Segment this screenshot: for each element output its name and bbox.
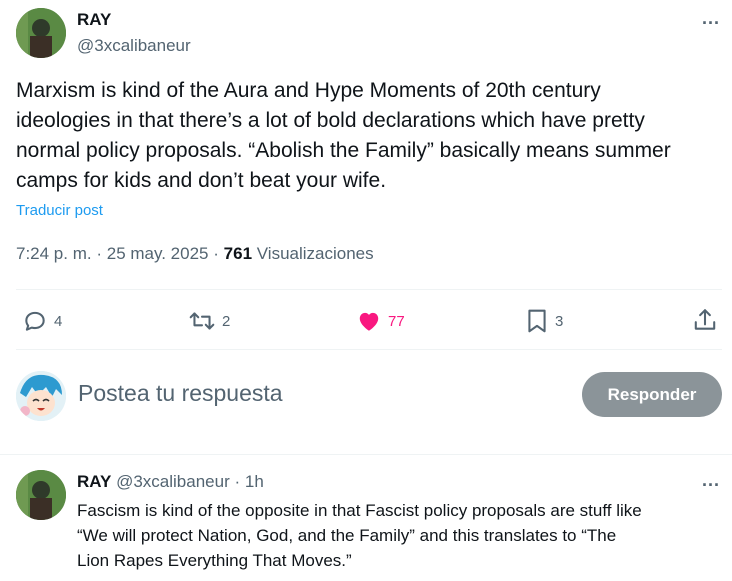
tweet-text-line: camps for kids and don’t beat your wife.: [16, 169, 387, 192]
more-options-icon[interactable]: ...: [702, 8, 720, 29]
reply-text-line: “We will protect Nation, God, and the Fa…: [77, 526, 617, 545]
author-name[interactable]: RAY: [77, 10, 111, 30]
separator: ·: [96, 244, 103, 263]
views-label: Visualizaciones: [256, 244, 374, 263]
separator: ·: [213, 244, 219, 263]
tweet-date[interactable]: 25 may. 2025: [107, 244, 209, 263]
reply-text-line: Fascism is kind of the opposite in that …: [77, 501, 642, 520]
reply-text-line: Lion Rapes Everything That Moves.”: [77, 551, 352, 570]
reply-count: 4: [54, 312, 63, 330]
translate-post-link[interactable]: Traducir post: [16, 202, 103, 219]
user-avatar[interactable]: [16, 371, 66, 421]
reply-action[interactable]: 4: [22, 308, 62, 334]
reply-author-avatar[interactable]: [16, 470, 66, 520]
bookmark-action[interactable]: 3: [525, 308, 563, 334]
reply-more-options-icon[interactable]: ...: [702, 470, 720, 491]
divider: [16, 349, 722, 350]
bookmark-count: 3: [555, 312, 564, 330]
tweet-text-line: ideologies in that there’s a lot of bold…: [16, 109, 645, 132]
reply-header: RAY @3xcalibaneur · 1h: [77, 472, 264, 492]
divider: [16, 289, 722, 290]
tweet-text-line: normal policy proposals. “Abolish the Fa…: [16, 139, 671, 162]
reply-author-handle[interactable]: @3xcalibaneur: [116, 472, 230, 491]
bookmark-icon: [528, 309, 546, 333]
share-action[interactable]: [692, 307, 718, 333]
repost-action[interactable]: 2: [188, 308, 230, 334]
tweet-text-line: Marxism is kind of the Aura and Hype Mom…: [16, 79, 601, 102]
heart-icon: [359, 312, 379, 331]
like-action[interactable]: 77: [356, 308, 405, 334]
reply-age[interactable]: 1h: [245, 472, 264, 491]
reply-text: Fascism is kind of the opposite in that …: [77, 498, 727, 573]
reply-input[interactable]: Postea tu respuesta: [78, 380, 558, 410]
separator: ·: [234, 472, 241, 491]
tweet-text: Marxism is kind of the Aura and Hype Mom…: [16, 76, 716, 196]
repost-count: 2: [222, 312, 231, 330]
author-avatar[interactable]: [16, 8, 66, 58]
tweet-time[interactable]: 7:24 p. m.: [16, 244, 92, 263]
author-handle[interactable]: @3xcalibaneur: [77, 36, 191, 56]
tweet-meta: 7:24 p. m. · 25 may. 2025 · 761 Visualiz…: [16, 244, 374, 264]
like-count: 77: [388, 312, 405, 330]
share-icon: [694, 309, 716, 330]
respond-button[interactable]: Responder: [582, 372, 722, 417]
repost-icon: [189, 312, 215, 330]
divider: [0, 454, 732, 455]
reply-author-name[interactable]: RAY: [77, 472, 111, 491]
reply-icon: [25, 311, 45, 331]
views-count: 761: [223, 244, 253, 263]
